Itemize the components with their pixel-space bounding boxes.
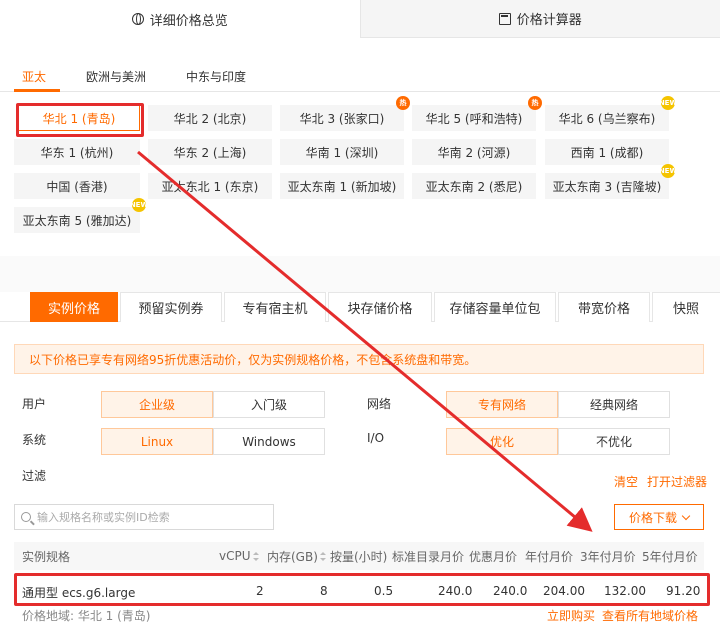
tab-storage-capacity-unit[interactable]: 存储容量单位包 [434, 292, 556, 322]
buy-now-link[interactable]: 立即购买 [547, 607, 595, 624]
region-group-tabs: 亚太 欧洲与美洲 中东与印度 [0, 62, 720, 92]
chevron-down-icon [681, 511, 691, 520]
system-option-windows[interactable]: Windows [213, 428, 325, 455]
cell-instance-spec: 通用型 ecs.g6.large [22, 586, 136, 600]
new-badge-icon: NEW [659, 164, 677, 178]
region-button-tokyo[interactable]: 亚太东北 1 (东京) [148, 173, 272, 199]
cell-3yr-monthly: 132.00 [604, 584, 646, 598]
tab-reserved-instance[interactable]: 预留实例券 [120, 292, 222, 322]
table-header: 实例规格 vCPU 内存(GB) 按量(小时) 标准目录月价 优惠月价 年付月价… [14, 542, 704, 570]
header-5yr-monthly: 5年付月价 [642, 549, 698, 564]
cell-discount-monthly: 240.0 [493, 584, 528, 598]
io-label: I/O [367, 431, 385, 445]
network-option-classic[interactable]: 经典网络 [558, 391, 670, 418]
region-button-wulanchabu[interactable]: 华北 6 (乌兰察布) NEW [545, 96, 677, 131]
region-button-shanghai[interactable]: 华东 2 (上海) [148, 139, 272, 165]
header-hourly: 按量(小时) [330, 549, 388, 564]
clear-link[interactable]: 清空 [614, 473, 638, 490]
region-button-jakarta[interactable]: 亚太东南 5 (雅加达) NEW [14, 198, 148, 233]
new-badge-icon: NEW [130, 198, 148, 212]
header-3yr-monthly: 3年付月价 [580, 549, 636, 564]
cell-memory: 8 [320, 584, 328, 598]
tab-price-calculator-label: 价格计算器 [516, 13, 582, 28]
region-button-huhehaote[interactable]: 华北 5 (呼和浩特) 热 [412, 96, 542, 131]
search-box [14, 504, 274, 530]
new-badge-icon: NEW [659, 96, 677, 110]
region-button-heyuan[interactable]: 华南 2 (河源) [412, 139, 536, 165]
view-all-regions-link[interactable]: 查看所有地域价格 [602, 607, 698, 624]
tab-price-overview[interactable]: 详细价格总览 [0, 0, 360, 38]
header-discount-monthly: 优惠月价 [469, 549, 518, 564]
tab-bandwidth-price[interactable]: 带宽价格 [558, 292, 650, 322]
tab-dedicated-host[interactable]: 专有宿主机 [224, 292, 326, 322]
user-option-enterprise[interactable]: 企业级 [101, 391, 213, 418]
cell-list-monthly: 240.0 [438, 584, 473, 598]
tab-snapshot[interactable]: 快照 [652, 292, 720, 322]
cell-hourly: 0.5 [374, 584, 394, 598]
region-button-chengdu[interactable]: 西南 1 (成都) [545, 139, 669, 165]
price-category-tabs: 实例价格 预留实例券 专有宿主机 块存储价格 存储容量单位包 带宽价格 快照 [0, 292, 720, 322]
open-filter-link[interactable]: 打开过滤器 [647, 473, 707, 490]
search-icon [21, 512, 31, 522]
region-button-kualalumpur[interactable]: 亚太东南 3 (吉隆坡) NEW [545, 164, 677, 199]
header-memory[interactable]: 内存(GB) [267, 542, 326, 570]
region-button-zhangjiakou[interactable]: 华北 3 (张家口) 热 [280, 96, 410, 131]
discount-notice: 以下价格已享专有网络95折优惠活动价，仅为实例规格价格，不包含系统盘和带宽。 [14, 344, 704, 374]
system-label: 系统 [22, 433, 47, 447]
user-label: 用户 [22, 397, 47, 411]
section-separator [0, 256, 720, 292]
globe-icon [131, 13, 144, 25]
calculator-icon [498, 12, 511, 25]
region-button-singapore[interactable]: 亚太东南 1 (新加坡) [280, 173, 404, 199]
sort-icon [252, 551, 259, 561]
region-button-qingdao[interactable]: 华北 1 (青岛) [18, 105, 140, 131]
tab-middle-east-india[interactable]: 中东与印度 [186, 68, 246, 85]
tab-asia-pacific[interactable]: 亚太 [22, 68, 46, 85]
network-option-vpc[interactable]: 专有网络 [446, 391, 558, 418]
search-input[interactable] [37, 510, 257, 524]
cell-5yr-monthly: 91.20 [666, 584, 701, 598]
system-option-linux[interactable]: Linux [101, 428, 213, 455]
tab-block-storage[interactable]: 块存储价格 [328, 292, 432, 322]
price-region-label: 价格地域: 华北 1 (青岛) [22, 609, 151, 623]
io-option-not-optimized[interactable]: 不优化 [558, 428, 670, 455]
active-tab-underline [14, 89, 60, 92]
region-button-hangzhou[interactable]: 华东 1 (杭州) [14, 139, 140, 165]
top-tabs: 详细价格总览 价格计算器 [0, 0, 720, 38]
tab-instance-price[interactable]: 实例价格 [30, 292, 118, 322]
tab-price-calculator[interactable]: 价格计算器 [359, 0, 720, 38]
price-download-button[interactable]: 价格下载 [614, 504, 704, 530]
header-list-monthly: 标准目录月价 [392, 549, 465, 564]
cell-vcpu: 2 [256, 584, 264, 598]
header-instance-spec: 实例规格 [22, 549, 71, 564]
region-button-sydney[interactable]: 亚太东南 2 (悉尼) [412, 173, 536, 199]
price-page: 详细价格总览 价格计算器 亚太 欧洲与美洲 中东与印度 华北 1 (青岛) 华北… [0, 0, 720, 632]
tab-europe-americas[interactable]: 欧洲与美洲 [86, 68, 146, 85]
filter-label: 过滤 [22, 469, 47, 483]
sort-icon [319, 551, 326, 561]
region-button-hongkong[interactable]: 中国 (香港) [14, 173, 140, 199]
tab-price-overview-label: 详细价格总览 [149, 13, 228, 29]
user-option-entry[interactable]: 入门级 [213, 391, 325, 418]
hot-badge-icon: 热 [528, 96, 542, 110]
cell-annual-monthly: 204.00 [543, 584, 585, 598]
header-vcpu[interactable]: vCPU [219, 542, 259, 570]
network-label: 网络 [367, 397, 392, 411]
hot-badge-icon: 热 [396, 96, 410, 110]
region-button-shenzhen[interactable]: 华南 1 (深圳) [280, 139, 404, 165]
region-button-beijing[interactable]: 华北 2 (北京) [148, 105, 272, 131]
header-annual-monthly: 年付月价 [525, 549, 574, 564]
arrow-line [137, 150, 593, 532]
io-option-optimized[interactable]: 优化 [446, 428, 558, 455]
